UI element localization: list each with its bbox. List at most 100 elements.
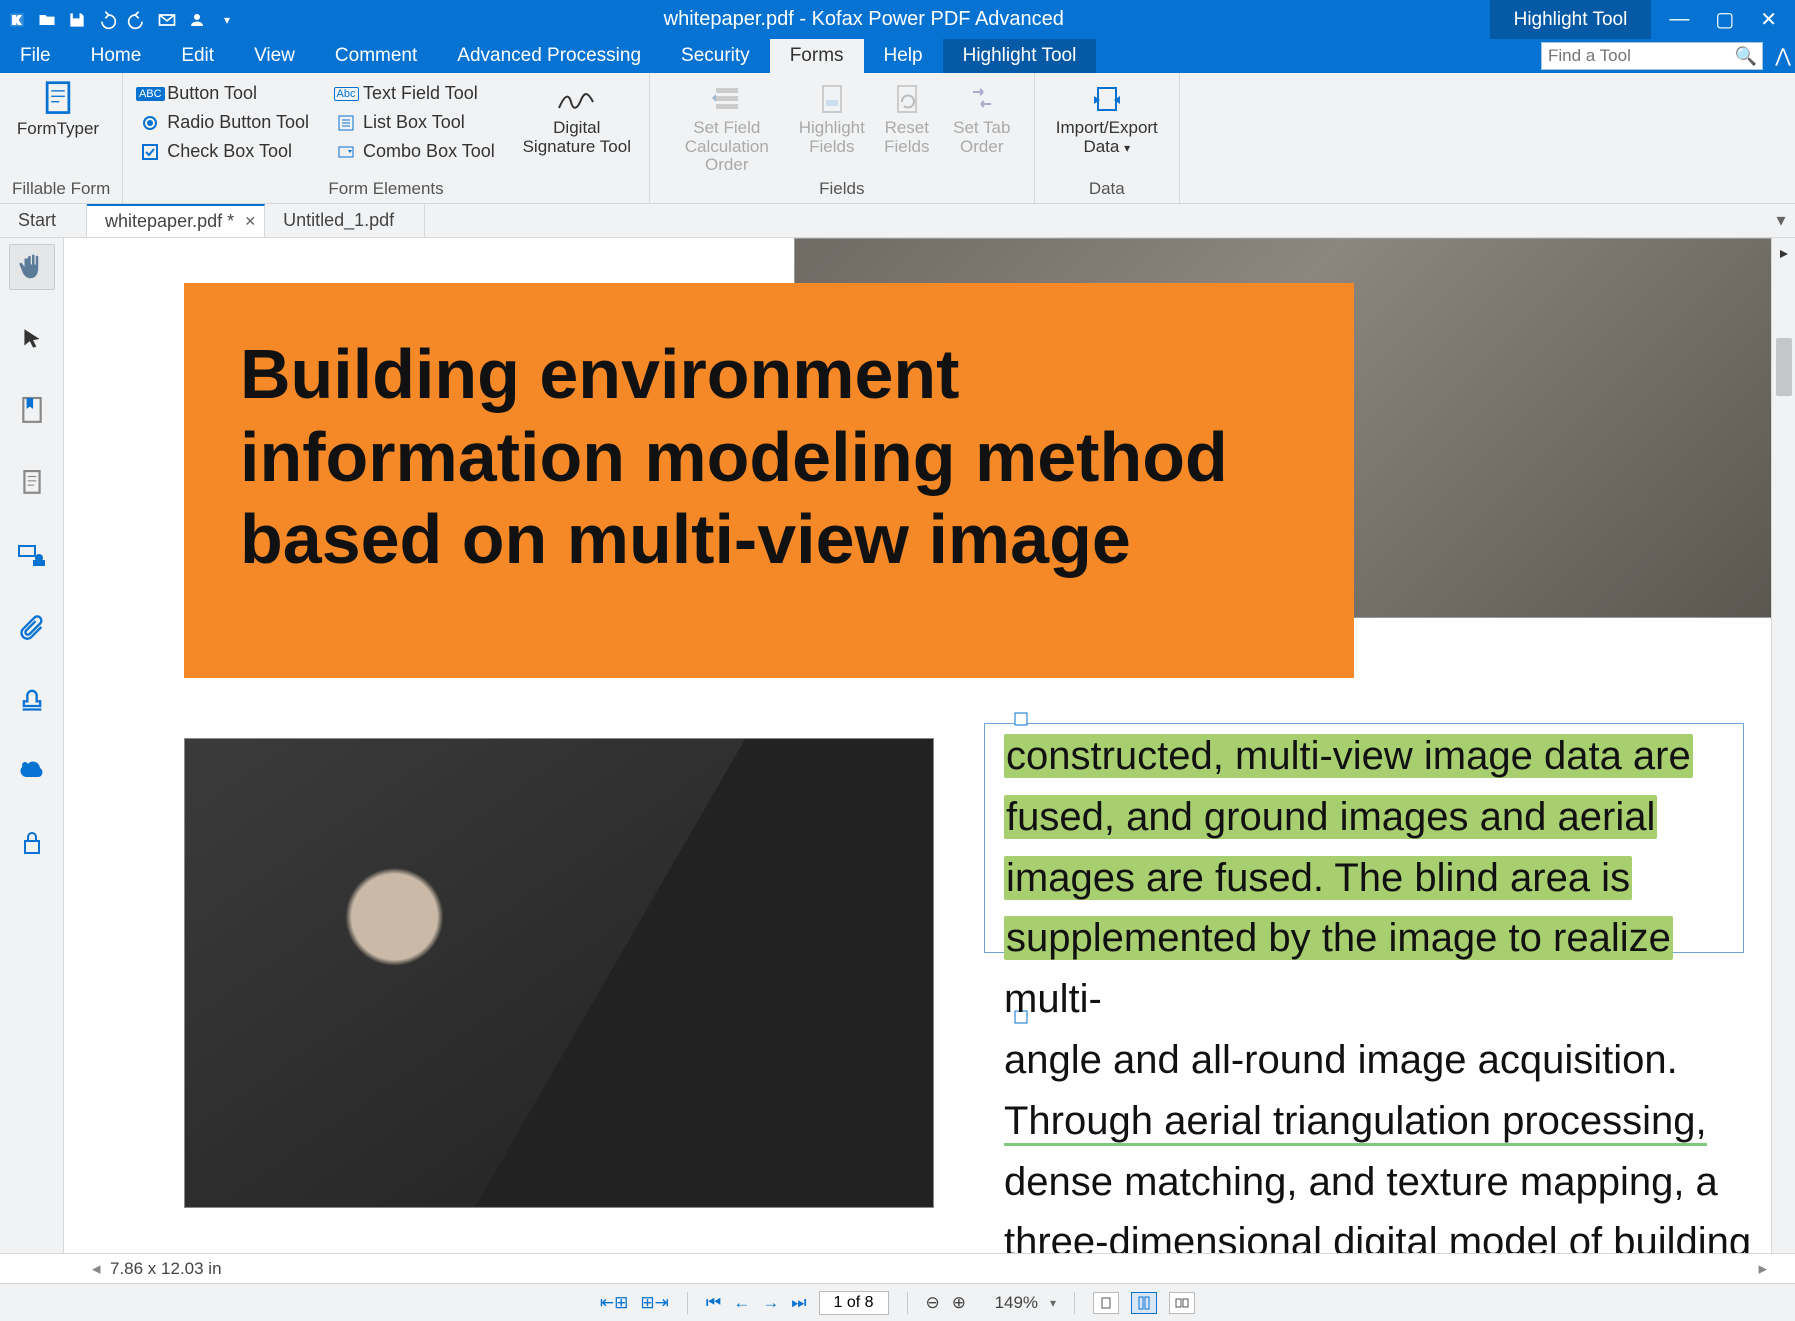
list-box-tool[interactable]: List Box Tool: [331, 110, 499, 135]
scrollbar-thumb[interactable]: [1776, 338, 1792, 396]
menu-file[interactable]: File: [0, 39, 71, 73]
radio-button-tool[interactable]: Radio Button Tool: [135, 110, 313, 135]
select-tool[interactable]: [9, 316, 55, 362]
body-text[interactable]: constructed, multi-view image data are f…: [1004, 726, 1764, 1253]
status-bar-lower: . ⇤⊞ ⊞⇥ ⏮ ← → ⏭ ⊖ ⊕ 149% ▾: [0, 1283, 1795, 1321]
redo-icon[interactable]: [126, 9, 148, 31]
open-icon[interactable]: [36, 9, 58, 31]
body-image: [184, 738, 934, 1208]
scroll-right-icon: ▸: [1758, 1259, 1767, 1279]
calc-order-icon: [705, 79, 749, 119]
combo-box-tool[interactable]: Combo Box Tool: [331, 139, 499, 164]
radio-icon: [139, 114, 161, 132]
abc-badge-icon: ABC: [136, 87, 165, 101]
view-mode-buttons: [1093, 1292, 1195, 1314]
reset-fields-icon: [885, 79, 929, 119]
menu-edit[interactable]: Edit: [161, 39, 234, 73]
view-facing-icon[interactable]: [1169, 1292, 1195, 1314]
ribbon-group-fields: Set Field Calculation Order Highlight Fi…: [650, 73, 1035, 203]
title-block: Building environment information modelin…: [184, 283, 1354, 678]
highlighted-text[interactable]: constructed, multi-view image data are: [1004, 734, 1693, 778]
close-button[interactable]: ✕: [1760, 7, 1777, 32]
find-tool-input[interactable]: [1541, 42, 1763, 70]
text-field-tool[interactable]: AbcText Field Tool: [331, 81, 499, 106]
find-a-tool[interactable]: 🔍: [1541, 42, 1763, 70]
pages-panel[interactable]: [9, 460, 55, 506]
window-title: whitepaper.pdf - Kofax Power PDF Advance…: [238, 8, 1490, 31]
check-box-tool[interactable]: Check Box Tool: [135, 139, 313, 164]
page-number-input[interactable]: [819, 1291, 889, 1315]
menu-view[interactable]: View: [234, 39, 315, 73]
title-bar: ▾ whitepaper.pdf - Kofax Power PDF Advan…: [0, 0, 1795, 39]
set-field-calc-order[interactable]: Set Field Calculation Order: [662, 79, 792, 175]
mail-icon[interactable]: [156, 9, 178, 31]
signature-icon: [555, 79, 599, 119]
scroll-left-icon: ◂: [92, 1259, 101, 1279]
maximize-button[interactable]: ▢: [1715, 7, 1734, 32]
highlighted-text[interactable]: supplemented by the image to realize: [1004, 916, 1673, 960]
view-single-icon[interactable]: [1093, 1292, 1119, 1314]
qat-dropdown-icon[interactable]: ▾: [216, 9, 238, 31]
highlight-fields[interactable]: Highlight Fields: [792, 79, 872, 156]
tab-order-icon: [960, 79, 1004, 119]
cloud-panel[interactable]: [9, 748, 55, 794]
zoom-dropdown-icon[interactable]: ▾: [1050, 1296, 1056, 1310]
form-panel[interactable]: [9, 532, 55, 578]
menu-help[interactable]: Help: [864, 39, 943, 73]
formtyper-button[interactable]: FormTyper: [12, 79, 104, 139]
page-nav: ⏮ ← → ⏭: [706, 1291, 889, 1315]
menu-security[interactable]: Security: [661, 39, 770, 73]
vertical-scrollbar[interactable]: [1771, 238, 1795, 1253]
view-continuous-icon[interactable]: [1131, 1292, 1157, 1314]
menu-advanced-processing[interactable]: Advanced Processing: [437, 39, 661, 73]
button-tool[interactable]: ABCButton Tool: [135, 81, 313, 106]
close-tab-icon[interactable]: ✕: [244, 213, 256, 230]
list-icon: [335, 114, 357, 132]
start-tab[interactable]: Start: [0, 204, 87, 237]
group-label-form-elements: Form Elements: [135, 175, 637, 199]
import-export-icon: [1085, 79, 1129, 119]
combo-icon: [335, 143, 357, 161]
menu-highlight-tool[interactable]: Highlight Tool: [943, 39, 1097, 73]
tabs-dropdown-icon[interactable]: ▾: [1767, 204, 1795, 237]
scrollbar-expand-icon[interactable]: [1776, 246, 1792, 262]
checkbox-icon: [139, 143, 161, 161]
group-label-data: Data: [1047, 175, 1167, 199]
hand-tool[interactable]: [9, 244, 55, 290]
menu-forms[interactable]: Forms: [770, 39, 864, 73]
menu-bar: File Home Edit View Comment Advanced Pro…: [0, 39, 1795, 73]
set-tab-order[interactable]: Set Tab Order: [942, 79, 1022, 156]
bookmark-panel[interactable]: [9, 388, 55, 434]
minimize-button[interactable]: —: [1669, 8, 1689, 31]
search-icon[interactable]: 🔍: [1735, 46, 1757, 67]
import-export-data[interactable]: Import/Export Data ▾: [1047, 79, 1167, 156]
collapse-ribbon-icon[interactable]: ⋀: [1771, 39, 1795, 73]
menu-comment[interactable]: Comment: [315, 39, 437, 73]
status-bar-upper: 7.86 x 12.03 in ◂▸: [0, 1253, 1795, 1283]
abc-outline-icon: Abc: [334, 87, 359, 101]
app-icon: [6, 9, 28, 31]
document-tabs: Start whitepaper.pdf *✕ Untitled_1.pdf ▾: [0, 204, 1795, 238]
attachments-panel[interactable]: [9, 604, 55, 650]
doc-tab-whitepaper[interactable]: whitepaper.pdf *✕: [87, 204, 265, 237]
horizontal-scrollbar[interactable]: ◂▸: [80, 1259, 1779, 1279]
undo-icon[interactable]: [96, 9, 118, 31]
highlight-fields-icon: [810, 79, 854, 119]
ribbon-group-form-elements: ABCButton Tool Radio Button Tool Check B…: [123, 73, 650, 203]
stamp-panel[interactable]: [9, 676, 55, 722]
document-view[interactable]: Building environment information modelin…: [64, 238, 1795, 1253]
page-dimensions: 7.86 x 12.03 in: [110, 1259, 222, 1279]
window-controls: — ▢ ✕: [1651, 7, 1795, 32]
menu-home[interactable]: Home: [71, 39, 162, 73]
person-icon[interactable]: [186, 9, 208, 31]
underlined-text[interactable]: Through aerial triangulation processing,: [1004, 1099, 1707, 1146]
save-icon[interactable]: [66, 9, 88, 31]
doc-tab-untitled[interactable]: Untitled_1.pdf: [265, 204, 425, 237]
reset-fields[interactable]: Reset Fields: [872, 79, 942, 156]
highlighted-text[interactable]: fused, and ground images and aerial: [1004, 795, 1657, 839]
highlighted-text[interactable]: images are fused. The blind area is: [1004, 856, 1632, 900]
digital-signature-tool[interactable]: Digital Signature Tool: [517, 79, 637, 156]
ribbon: FormTyper Fillable Form ABCButton Tool R…: [0, 73, 1795, 204]
security-panel[interactable]: [9, 820, 55, 866]
context-tab-title: Highlight Tool: [1490, 0, 1652, 39]
